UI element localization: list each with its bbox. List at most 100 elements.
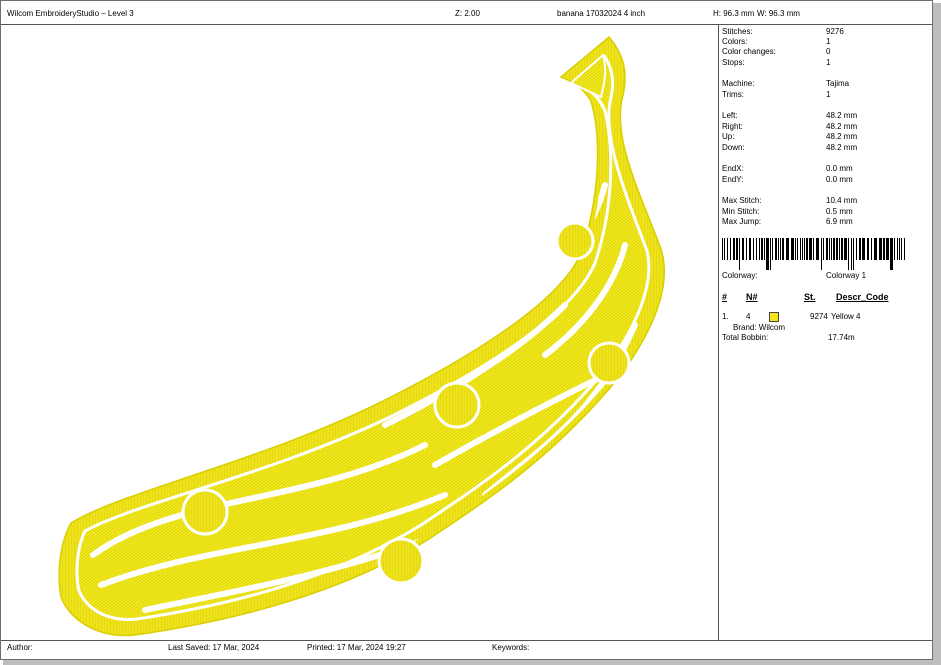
right-value: 48.2 mm (826, 122, 858, 131)
design-height: H: 96.3 mm (713, 9, 755, 18)
thread-brand: Brand: Wilcom (733, 323, 786, 332)
barcode-bar (836, 238, 838, 260)
barcode-bar (756, 238, 757, 260)
colorway-value: Colorway 1 (826, 271, 867, 280)
colors-value: 1 (826, 37, 831, 46)
color-changes-value: 0 (826, 47, 831, 56)
barcode-bar (901, 238, 902, 260)
thread-color-swatch (769, 312, 779, 322)
barcode-bar (759, 238, 760, 260)
barcode-bar (770, 238, 771, 270)
barcode-image (722, 238, 905, 270)
barcode-bar (879, 238, 882, 260)
barcode-bar (724, 238, 725, 260)
barcode-bar (797, 238, 798, 260)
thread-row-needle: 4 (746, 312, 751, 321)
barcode-bar (764, 238, 765, 260)
trims-value: 1 (826, 90, 831, 99)
barcode-bar (859, 238, 861, 260)
footer-divider (1, 640, 932, 641)
col-header-descr-code: Descr_Code (836, 292, 889, 302)
barcode-bar (874, 238, 877, 260)
barcode-bar (813, 238, 814, 260)
design-name: banana 17032024 4 inch (557, 9, 646, 18)
barcode-bar (753, 238, 754, 260)
barcode-bar (844, 238, 847, 260)
barcode-bar (886, 238, 889, 260)
barcode-bar (746, 238, 747, 260)
barcode-bar (795, 238, 796, 260)
max-jump-value: 6.9 mm (826, 217, 853, 226)
barcode-bar (833, 238, 835, 260)
colors-label: Colors: (722, 37, 748, 46)
seed-circle (433, 381, 481, 429)
barcode-bar (730, 238, 731, 260)
endx-value: 0.0 mm (826, 164, 853, 173)
stitches-label: Stitches: (722, 27, 753, 36)
barcode-bar (727, 238, 728, 260)
left-value: 48.2 mm (826, 111, 858, 120)
barcode-bar (829, 238, 830, 260)
page-shadow-bottom (3, 660, 941, 665)
barcode-bar (851, 238, 852, 270)
barcode-bar (848, 238, 849, 270)
barcode-bar (800, 238, 801, 260)
barcode-bar (904, 238, 905, 260)
seed-circle (377, 537, 425, 585)
down-value: 48.2 mm (826, 143, 858, 152)
machine-label: Machine: (722, 79, 755, 88)
barcode-bar (722, 238, 723, 260)
zoom-level: Z: 2.00 (455, 9, 480, 18)
barcode-bar (899, 238, 900, 260)
barcode-bar (806, 238, 808, 260)
stitches-value: 9276 (826, 27, 844, 36)
thread-row-stitches: 9274 (810, 312, 828, 321)
machine-value: Tajima (826, 79, 850, 88)
barcode-bar (778, 238, 779, 260)
barcode-bar (816, 238, 819, 260)
barcode-bar (766, 238, 769, 270)
left-label: Left: (722, 111, 738, 120)
barcode-bar (862, 238, 865, 260)
up-value: 48.2 mm (826, 132, 858, 141)
col-header-index: # (722, 292, 728, 302)
colorway-label: Colorway: (722, 271, 758, 280)
color-changes-label: Color changes: (722, 47, 776, 56)
max-jump-label: Max Jump: (722, 217, 762, 226)
barcode-bar (736, 238, 738, 260)
endx-label: EndX: (722, 164, 744, 173)
barcode-bar (775, 238, 777, 260)
max-stitch-label: Max Stitch: (722, 196, 762, 205)
embroidery-design-view (58, 35, 665, 637)
barcode-bar (823, 238, 824, 260)
stops-label: Stops: (722, 58, 745, 67)
barcode-bar (839, 238, 840, 260)
min-stitch-value: 0.5 mm (826, 207, 853, 216)
last-saved-field: Last Saved: 17 Mar, 2024 (168, 643, 260, 652)
page-shadow-right (933, 3, 941, 665)
barcode-bar (853, 238, 854, 270)
barcode-bar (826, 238, 828, 260)
right-label: Right: (722, 122, 743, 131)
app-title: Wilcom EmbroideryStudio – Level 3 (7, 9, 134, 18)
seed-circle (587, 341, 631, 385)
barcode-bar (791, 238, 794, 260)
design-width: W: 96.3 mm (757, 9, 800, 18)
trims-label: Trims: (722, 90, 744, 99)
barcode-bar (772, 238, 773, 260)
barcode-bar (821, 238, 822, 270)
endy-label: EndY: (722, 175, 744, 184)
info-panel-divider (718, 24, 719, 641)
min-stitch-label: Min Stitch: (722, 207, 760, 216)
keywords-field: Keywords: (492, 643, 530, 652)
barcode-bar (831, 238, 832, 260)
barcode-bar (733, 238, 735, 260)
barcode-bar (804, 238, 805, 260)
thread-row-description: Yellow 4 (831, 312, 861, 321)
barcode-bar (739, 238, 740, 270)
col-header-stitches: St. (804, 292, 816, 302)
barcode-bar (782, 238, 784, 260)
printed-field: Printed: 17 Mar, 2024 19:27 (307, 643, 406, 652)
total-bobbin-value: 17.74m (828, 333, 855, 342)
author-field: Author: (7, 643, 33, 652)
